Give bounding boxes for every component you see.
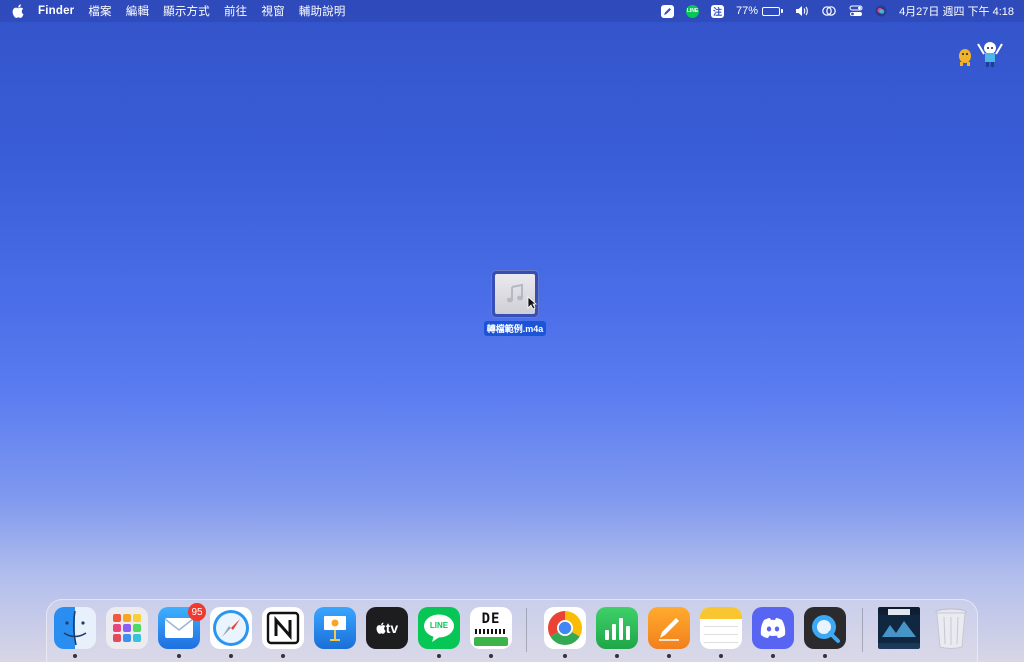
dock-pages[interactable] (648, 607, 690, 658)
menu-file[interactable]: 檔案 (88, 3, 111, 19)
running-indicator (719, 654, 723, 658)
menu-app-finder[interactable]: Finder (38, 5, 74, 17)
audio-file-icon (495, 274, 537, 314)
desktop-file-m4a[interactable]: 轉檔範例.m4a (483, 270, 547, 337)
chrome-icon (544, 607, 586, 649)
dock-numbers[interactable] (596, 607, 638, 658)
volume-icon[interactable] (795, 0, 809, 22)
line-icon: LINE (418, 607, 460, 649)
keynote-icon (314, 607, 356, 649)
battery-status[interactable]: 77% (736, 0, 784, 22)
apple-tv-label: tv (385, 620, 399, 636)
input-method-label: 注 (711, 4, 725, 18)
input-method-icon[interactable]: 注 (711, 0, 725, 22)
running-indicator (229, 654, 233, 658)
downloads-stack-icon (878, 607, 920, 649)
line-label: LINE (429, 621, 449, 630)
discord-icon (752, 607, 794, 649)
battery-percent: 77% (736, 5, 759, 17)
mycoach-icon: DE (470, 607, 512, 649)
menu-view[interactable]: 顯示方式 (163, 3, 210, 19)
music-note-icon (507, 283, 523, 303)
cartoon-characters-icon (959, 42, 1003, 67)
quicktime-icon (804, 607, 846, 649)
dock-line[interactable]: LINE (418, 607, 460, 658)
dock-quicktime[interactable] (804, 607, 846, 658)
running-indicator (563, 654, 567, 658)
mycoach-label: DE (481, 610, 501, 627)
dock-launchpad[interactable] (106, 607, 148, 649)
dock-keynote[interactable] (314, 607, 356, 649)
menu-go[interactable]: 前往 (224, 3, 247, 19)
control-center-icon[interactable] (849, 0, 863, 22)
running-indicator (73, 654, 77, 658)
dock-mail[interactable]: 95 (158, 603, 206, 658)
numbers-icon (596, 607, 638, 649)
mouse-pointer-icon (527, 296, 537, 310)
running-indicator (615, 654, 619, 658)
running-indicator (281, 654, 285, 658)
dock-separator (526, 608, 527, 652)
dock-notion[interactable] (262, 607, 304, 658)
apple-logo-icon[interactable] (12, 4, 26, 18)
dock-mycoach[interactable]: DE (470, 607, 512, 658)
line-status-icon[interactable]: LINE (686, 0, 700, 22)
dock-finder[interactable] (54, 607, 96, 658)
battery-icon (762, 6, 781, 16)
menu-help[interactable]: 輔助說明 (299, 3, 346, 19)
dock-separator (862, 608, 863, 652)
pages-icon (648, 607, 690, 649)
mail-unread-badge: 95 (188, 603, 206, 621)
finder-icon (54, 607, 96, 649)
running-indicator (437, 654, 441, 658)
dock-downloads-stack[interactable] (878, 607, 920, 649)
dock: 95 tv LINE DE (46, 599, 978, 662)
running-indicator (823, 654, 827, 658)
file-selection-highlight (491, 270, 539, 318)
notes-icon (700, 607, 742, 649)
screen-mirroring-icon[interactable] (821, 0, 837, 22)
pencil-app-icon[interactable] (661, 0, 675, 22)
siri-icon[interactable] (875, 0, 887, 22)
launchpad-icon (106, 607, 148, 649)
dock-safari[interactable] (210, 607, 252, 658)
notion-icon (262, 607, 304, 649)
trash-icon (930, 607, 972, 649)
running-indicator (771, 654, 775, 658)
dock-trash[interactable] (930, 607, 972, 649)
dock-chrome[interactable] (544, 607, 586, 658)
dock-discord[interactable] (752, 607, 794, 658)
running-indicator (177, 654, 181, 658)
running-indicator (667, 654, 671, 658)
file-name-label[interactable]: 轉檔範例.m4a (483, 321, 547, 336)
dock-notes[interactable] (700, 607, 742, 658)
menu-edit[interactable]: 編輯 (126, 3, 149, 19)
menu-window[interactable]: 視窗 (261, 3, 284, 19)
dock-apple-tv[interactable]: tv (366, 607, 408, 649)
menubar-clock[interactable]: 4月27日 週四 下午 4:18 (899, 3, 1014, 19)
running-indicator (489, 654, 493, 658)
desktop-widget-stickers (956, 36, 1006, 68)
menu-bar: Finder 檔案 編輯 顯示方式 前往 視窗 輔助說明 LINE 注 77% (0, 0, 1024, 22)
apple-tv-icon: tv (366, 607, 408, 649)
safari-icon (210, 607, 252, 649)
